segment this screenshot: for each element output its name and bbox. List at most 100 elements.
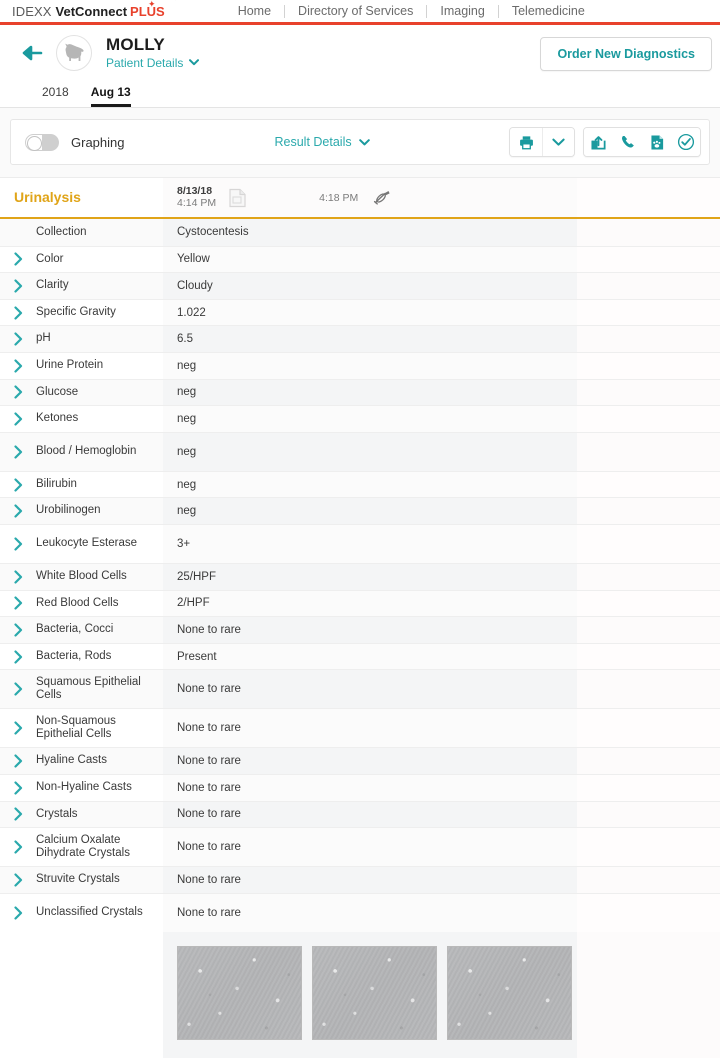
brand-idexx: IDEXX xyxy=(12,3,52,19)
row-tail xyxy=(577,326,720,352)
result-details-dropdown[interactable]: Result Details xyxy=(274,135,370,149)
secondary-time: 4:18 PM xyxy=(319,191,359,204)
expand-chevron-icon[interactable] xyxy=(0,894,36,932)
analyte-value: Cystocentesis xyxy=(163,219,577,246)
expand-chevron-icon[interactable] xyxy=(0,644,36,670)
table-row: Hyaline Casts None to rare xyxy=(0,747,720,774)
table-row: Bacteria, Cocci None to rare xyxy=(0,616,720,643)
pet-report-icon xyxy=(650,134,663,150)
nav-link-imaging[interactable]: Imaging xyxy=(427,3,497,19)
row-tail xyxy=(577,432,720,471)
print-options-button[interactable] xyxy=(542,128,574,156)
analyte-name: Unclassified Crystals xyxy=(36,905,143,918)
chevron-down-icon xyxy=(552,138,565,146)
row-tail xyxy=(577,828,720,867)
analyte-name: Struvite Crystals xyxy=(36,867,163,893)
approved-button[interactable] xyxy=(671,128,700,156)
results-sample-cell: 8/13/18 4:14 PM 4:18 PM xyxy=(163,178,577,217)
back-arrow-icon[interactable] xyxy=(18,40,44,66)
expand-chevron-icon[interactable] xyxy=(0,563,36,590)
expand-chevron-icon[interactable] xyxy=(0,498,36,524)
print-group xyxy=(509,127,575,157)
analyte-name: Non-Squamous Epithelial Cells xyxy=(36,714,116,741)
analyte-name: pH xyxy=(36,326,163,352)
expand-chevron-icon[interactable] xyxy=(0,617,36,643)
expand-chevron-icon[interactable] xyxy=(0,472,36,498)
graphing-toggle[interactable] xyxy=(25,133,59,151)
chevron-down-icon xyxy=(189,59,200,66)
expand-chevron-icon[interactable] xyxy=(0,432,36,471)
expand-chevron-icon[interactable] xyxy=(0,300,36,326)
table-row: Squamous Epithelial Cells None to rare xyxy=(0,669,720,709)
date-tab-2018[interactable]: 2018 xyxy=(42,85,69,107)
expand-chevron-icon[interactable] xyxy=(0,273,36,299)
expand-chevron-icon[interactable] xyxy=(0,326,36,352)
analyte-name: Specific Gravity xyxy=(36,305,116,318)
pet-report-button[interactable] xyxy=(642,128,671,156)
analyte-value: None to rare xyxy=(163,893,577,932)
analyte-value: None to rare xyxy=(163,670,577,709)
dog-icon xyxy=(65,43,84,61)
expand-chevron-icon[interactable] xyxy=(0,748,36,774)
chevron-down-icon xyxy=(358,138,370,145)
share-button[interactable] xyxy=(584,128,613,156)
row-tail xyxy=(577,219,720,246)
microscopy-thumbnail-3[interactable] xyxy=(447,945,572,1040)
expand-chevron-icon[interactable] xyxy=(0,591,36,617)
document-icon[interactable] xyxy=(228,188,247,208)
microscope-slide-icon[interactable] xyxy=(372,189,392,207)
sample-datetime: 8/13/18 4:14 PM xyxy=(163,185,216,210)
table-row: Clarity Cloudy xyxy=(0,272,720,299)
expand-chevron-icon[interactable] xyxy=(0,353,36,379)
table-row: Glucose neg xyxy=(0,378,720,406)
analyte-name: Bacteria, Cocci xyxy=(36,617,163,643)
row-tail xyxy=(577,299,720,326)
patient-details-link[interactable]: Patient Details xyxy=(106,55,200,71)
row-tail xyxy=(577,471,720,498)
phone-button[interactable] xyxy=(613,128,642,156)
expand-chevron-icon[interactable] xyxy=(0,801,36,828)
expand-chevron-icon[interactable] xyxy=(0,709,36,747)
expand-chevron-icon[interactable] xyxy=(0,247,36,273)
expand-chevron-icon[interactable] xyxy=(0,379,36,406)
row-tail xyxy=(577,273,720,299)
nav-link-home[interactable]: Home xyxy=(225,3,284,19)
expand-chevron-icon[interactable] xyxy=(0,828,36,866)
date-tab-aug-13[interactable]: Aug 13 xyxy=(90,85,131,107)
microscopy-thumbnail-2[interactable] xyxy=(312,945,437,1040)
analyte-name: Bacteria, Rods xyxy=(36,649,112,662)
table-row: Leukocyte Esterase 3+ xyxy=(0,523,720,563)
nav-link-directory-of-services[interactable]: Directory of Services xyxy=(285,3,426,19)
table-row: Ketones neg xyxy=(0,405,720,432)
brand-logo[interactable]: IDEXX VetConnect PLUS ✦ xyxy=(0,0,175,24)
analyte-name: Squamous Epithelial Cells xyxy=(36,670,163,709)
row-tail xyxy=(577,801,720,828)
check-circle-icon xyxy=(677,133,694,151)
print-button[interactable] xyxy=(510,128,542,156)
expand-chevron-icon[interactable] xyxy=(0,775,36,801)
order-new-diagnostics-button[interactable]: Order New Diagnostics xyxy=(540,37,712,71)
expand-chevron-icon[interactable] xyxy=(0,670,36,709)
analyte-value: None to rare xyxy=(163,828,577,867)
analyte-name: Crystals xyxy=(36,801,163,828)
analyte-name: Bilirubin xyxy=(36,477,77,490)
row-tail xyxy=(577,563,720,590)
analyte-value: neg xyxy=(163,406,577,432)
toolbar xyxy=(509,127,701,157)
brand-vetconnect: VetConnect xyxy=(55,3,128,19)
table-row: Non-Squamous Epithelial Cells None to rar… xyxy=(0,708,720,748)
expand-chevron-icon[interactable] xyxy=(0,406,36,432)
row-tail xyxy=(577,774,720,801)
analyte-value: neg xyxy=(163,352,577,379)
analyte-value: 6.5 xyxy=(163,326,577,352)
microscopy-thumbnail-1[interactable] xyxy=(177,945,302,1040)
row-tail xyxy=(577,352,720,379)
analyte-value: None to rare xyxy=(163,801,577,828)
row-tail xyxy=(577,709,720,748)
expand-chevron-icon[interactable] xyxy=(0,525,36,563)
nav-link-telemedicine[interactable]: Telemedicine xyxy=(499,3,598,19)
image-section-label-column xyxy=(0,931,163,1058)
analyte-name: Blood / Hemoglobin xyxy=(36,432,163,471)
date-tabs: 2018 Aug 13 xyxy=(0,80,720,107)
expand-chevron-icon[interactable] xyxy=(0,867,36,893)
